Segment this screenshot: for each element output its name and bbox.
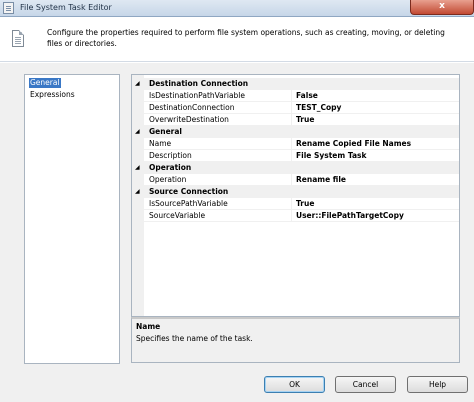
property-name: DestinationConnection bbox=[144, 102, 292, 114]
property-row-operation[interactable]: Operation Rename file bbox=[132, 174, 459, 186]
property-value[interactable]: User::FilePathTargetCopy bbox=[292, 210, 459, 222]
nav-item-general[interactable]: General bbox=[29, 78, 61, 88]
header-description: Configure the properties required to per… bbox=[47, 28, 445, 48]
property-row-isdestinationpathvariable[interactable]: IsDestinationPathVariable False bbox=[132, 90, 459, 102]
property-name: Operation bbox=[144, 174, 292, 186]
property-value[interactable]: TEST_Copy bbox=[292, 102, 459, 114]
nav-item-expressions[interactable]: Expressions bbox=[29, 90, 76, 100]
property-name: SourceVariable bbox=[144, 210, 292, 222]
category-general[interactable]: ◢ General bbox=[132, 126, 459, 138]
property-row-issourcepathvariable[interactable]: IsSourcePathVariable True bbox=[132, 198, 459, 210]
property-value[interactable]: True bbox=[292, 114, 459, 126]
cancel-button[interactable]: Cancel bbox=[335, 376, 396, 393]
category-source-connection[interactable]: ◢ Source Connection bbox=[132, 186, 459, 198]
property-name: OverwriteDestination bbox=[144, 114, 292, 126]
property-name: Description bbox=[144, 150, 292, 162]
window-title: File System Task Editor bbox=[20, 3, 112, 12]
collapse-icon[interactable]: ◢ bbox=[135, 162, 140, 174]
property-value[interactable]: Rename file bbox=[292, 174, 459, 186]
collapse-icon[interactable]: ◢ bbox=[135, 126, 140, 138]
task-editor-icon bbox=[3, 2, 14, 14]
property-row-overwritedestination[interactable]: OverwriteDestination True bbox=[132, 114, 459, 126]
property-name: IsDestinationPathVariable bbox=[144, 90, 292, 102]
property-row-name[interactable]: Name Rename Copied File Names bbox=[132, 138, 459, 150]
document-icon bbox=[12, 30, 24, 47]
property-row-description[interactable]: Description File System Task bbox=[132, 150, 459, 162]
title-bar: File System Task Editor x bbox=[0, 0, 474, 17]
property-value[interactable]: File System Task bbox=[292, 150, 459, 162]
property-row-destinationconnection[interactable]: DestinationConnection TEST_Copy bbox=[132, 102, 459, 114]
property-name: IsSourcePathVariable bbox=[144, 198, 292, 210]
description-title: Name bbox=[136, 322, 161, 331]
category-destination-connection[interactable]: ◢ Destination Connection bbox=[132, 78, 459, 90]
property-grid: ◢ Destination Connection IsDestinationPa… bbox=[131, 74, 460, 317]
category-label: Source Connection bbox=[149, 187, 229, 196]
editor-header: Configure the properties required to per… bbox=[0, 17, 474, 62]
help-button[interactable]: Help bbox=[407, 376, 468, 393]
category-label: Operation bbox=[149, 163, 192, 172]
property-value[interactable]: True bbox=[292, 198, 459, 210]
ok-button[interactable]: OK bbox=[264, 376, 325, 393]
page-navigation: General Expressions bbox=[24, 74, 120, 364]
property-value[interactable]: False bbox=[292, 90, 459, 102]
collapse-icon[interactable]: ◢ bbox=[135, 78, 140, 90]
category-operation[interactable]: ◢ Operation bbox=[132, 162, 459, 174]
description-text: Specifies the name of the task. bbox=[136, 334, 253, 343]
category-label: Destination Connection bbox=[149, 79, 249, 88]
property-row-sourcevariable[interactable]: SourceVariable User::FilePathTargetCopy bbox=[132, 210, 459, 222]
close-button[interactable]: x bbox=[410, 0, 474, 15]
property-name: Name bbox=[144, 138, 292, 150]
collapse-icon[interactable]: ◢ bbox=[135, 186, 140, 198]
category-label: General bbox=[149, 127, 182, 136]
property-value[interactable]: Rename Copied File Names bbox=[292, 138, 459, 150]
property-description-panel: Name Specifies the name of the task. bbox=[131, 317, 460, 363]
